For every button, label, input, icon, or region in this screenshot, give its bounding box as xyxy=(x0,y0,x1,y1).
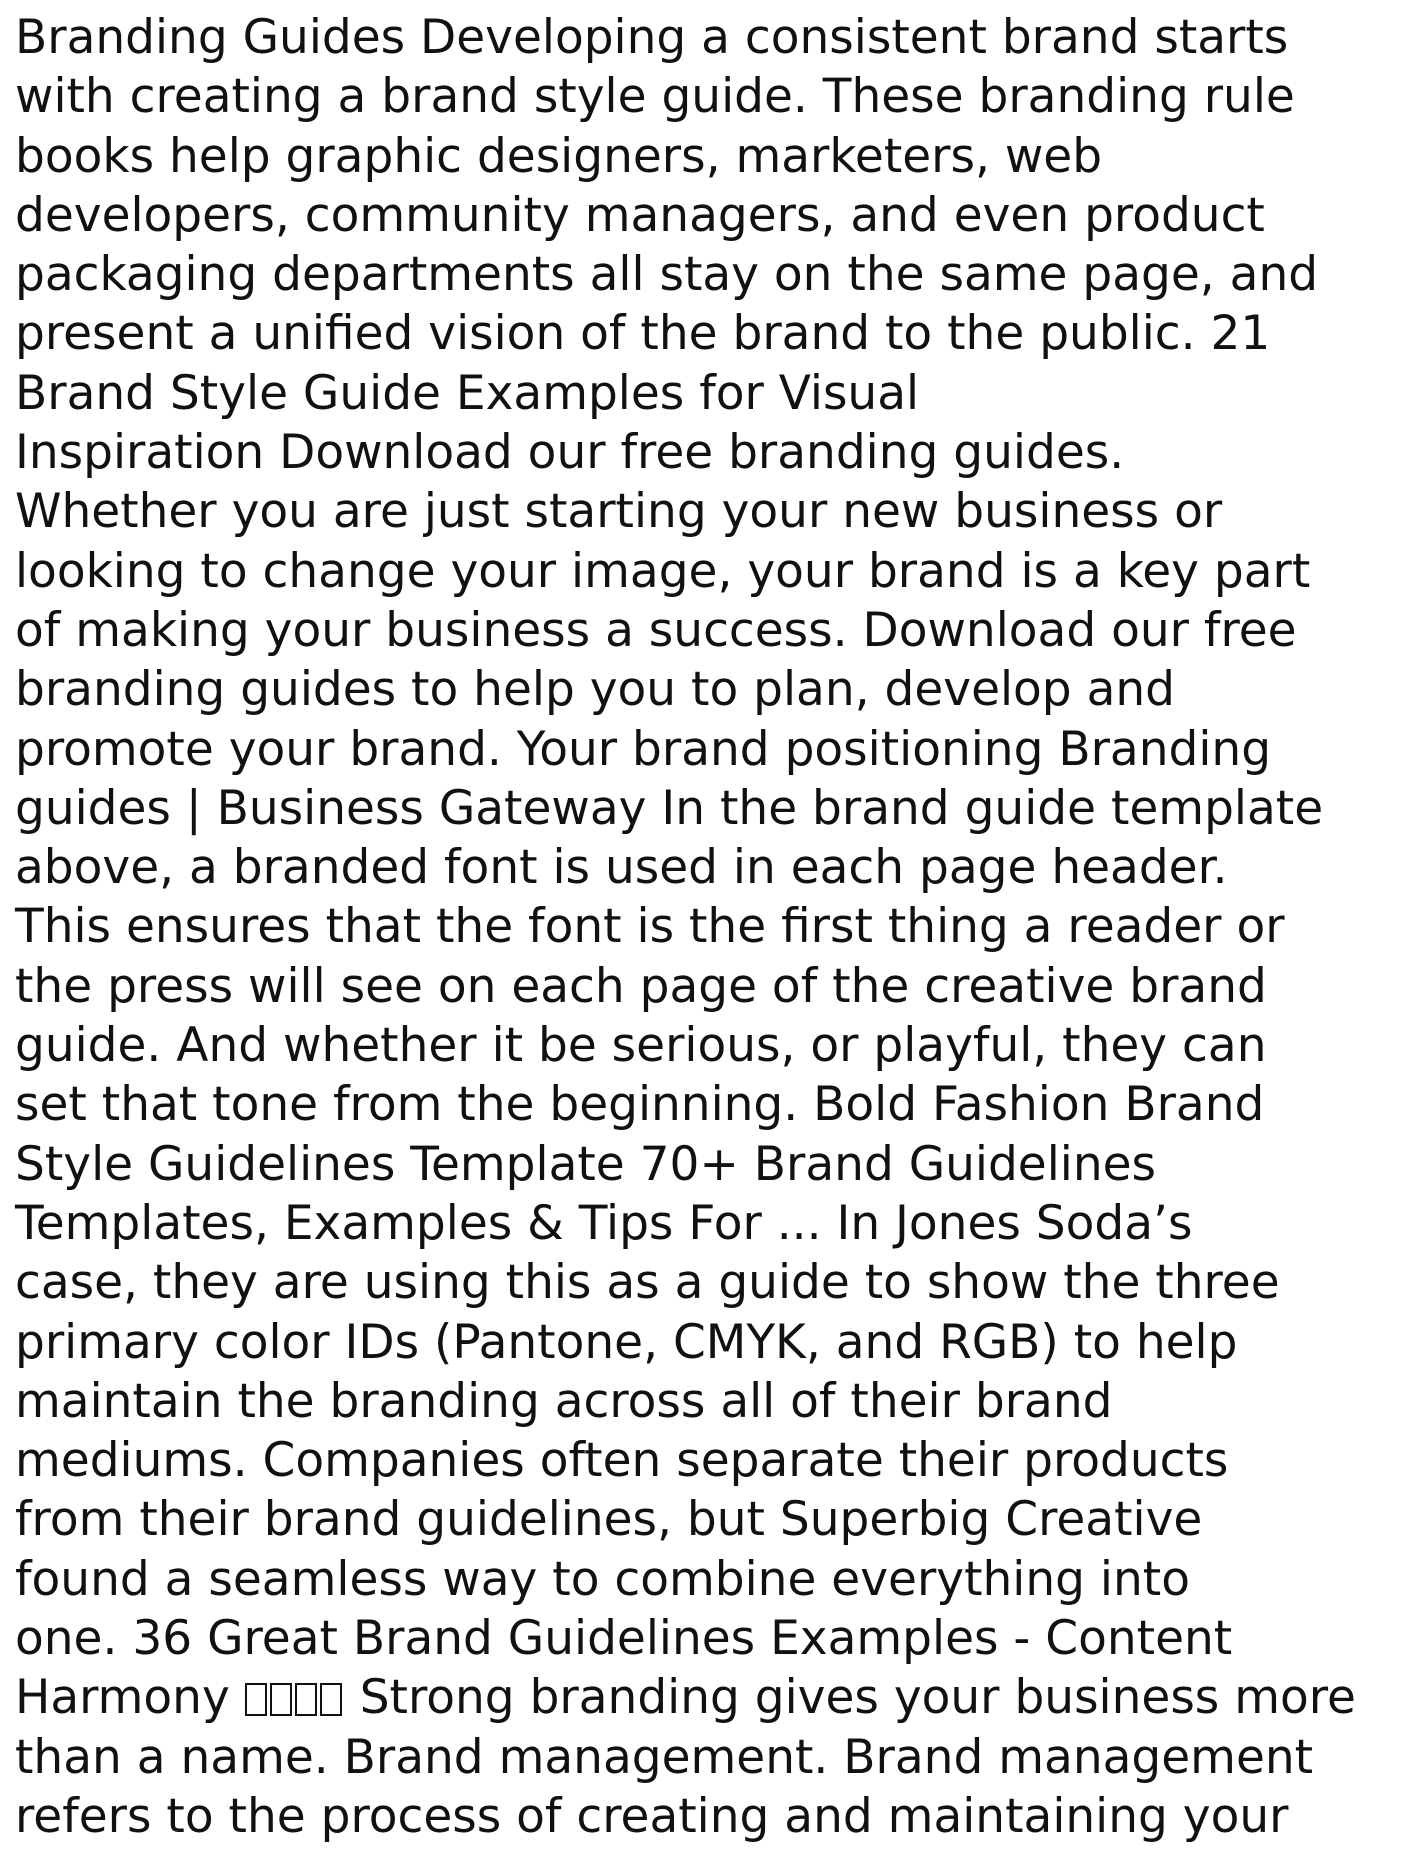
text-line: of making your business a success. Downl… xyxy=(15,602,1297,658)
text-line: Whether you are just starting your new b… xyxy=(15,484,1223,540)
text-line: Branding Guides Developing a consistent … xyxy=(15,10,1289,65)
text-line: branding guides to help you to plan, dev… xyxy=(15,662,1175,718)
harmony-word: Harmony xyxy=(15,1670,230,1726)
text-line: set that tone from the beginning. Bold F… xyxy=(15,1077,1265,1133)
text-line: mediums. Companies often separate their … xyxy=(15,1433,1229,1489)
text-line: found a seamless way to combine everythi… xyxy=(15,1551,1190,1607)
missing-glyph-icon xyxy=(319,1683,342,1717)
text-line: looking to change your image, your brand… xyxy=(15,543,1311,599)
document-body-text: Branding Guides Developing a consistent … xyxy=(15,8,1400,1846)
document-page: Branding Guides Developing a consistent … xyxy=(0,0,1405,1861)
text-line: maintain the branding across all of thei… xyxy=(15,1373,1113,1429)
text-line: with creating a brand style guide. These… xyxy=(15,69,1295,125)
text-line: present a unified vision of the brand to… xyxy=(15,306,1271,362)
text-line: than a name. Brand management. Brand man… xyxy=(15,1729,1314,1785)
missing-glyph-icon xyxy=(244,1683,267,1717)
text-line: developers, community managers, and even… xyxy=(15,187,1265,243)
text-line: above, a branded font is used in each pa… xyxy=(15,840,1228,896)
text-line: primary color IDs (Pantone, CMYK, and RG… xyxy=(15,1314,1238,1370)
text-line: from their brand guidelines, but Superbi… xyxy=(15,1492,1203,1548)
text-line: Inspiration Download our free branding g… xyxy=(15,425,1125,481)
missing-glyph-icon xyxy=(294,1683,317,1717)
text-line: guide. And whether it be serious, or pla… xyxy=(15,1018,1267,1074)
text-line: refers to the process of creating and ma… xyxy=(15,1788,1289,1844)
text-line: the press will see on each page of the c… xyxy=(15,958,1267,1014)
text-line: Style Guidelines Template 70+ Brand Guid… xyxy=(15,1136,1157,1192)
text-line-with-missing-glyphs: Harmony Strong branding gives your busin… xyxy=(15,1668,1400,1727)
missing-glyph-icon xyxy=(269,1683,292,1717)
text-line: guides | Business Gateway In the brand g… xyxy=(15,780,1324,836)
text-line: Brand Style Guide Examples for Visual xyxy=(15,365,920,421)
text-line: one. 36 Great Brand Guidelines Examples … xyxy=(15,1611,1233,1667)
text-line: This ensures that the font is the first … xyxy=(15,899,1285,955)
text-line: promote your brand. Your brand positioni… xyxy=(15,721,1272,777)
text-line: Templates, Examples & Tips For ... In Jo… xyxy=(15,1195,1193,1251)
text-line: books help graphic designers, marketers,… xyxy=(15,128,1103,184)
text-line: packaging departments all stay on the sa… xyxy=(15,247,1319,303)
harmony-suffix-text: Strong branding gives your business more xyxy=(359,1670,1356,1726)
text-line: case, they are using this as a guide to … xyxy=(15,1255,1280,1311)
